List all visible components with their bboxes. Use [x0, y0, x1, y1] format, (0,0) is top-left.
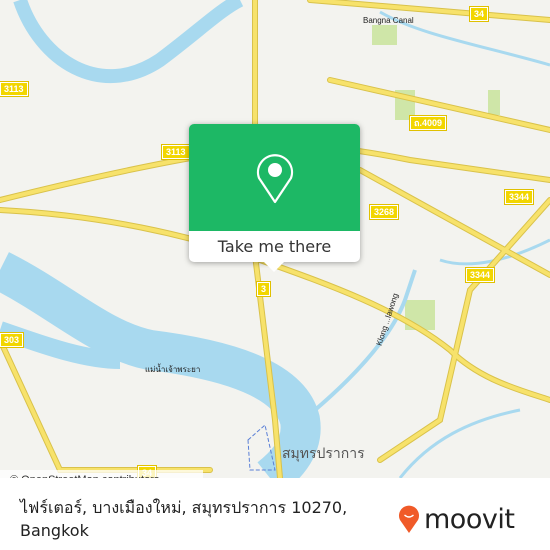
map-attribution[interactable]: © OpenStreetMap contributors: [0, 470, 203, 478]
destination-popup: Take me there: [189, 124, 360, 272]
popup-header: [189, 124, 360, 231]
road-shield: 303: [0, 332, 25, 348]
footer: ไฟร์เตอร์, บางเมืองใหม่, สมุทรปราการ 102…: [0, 490, 550, 550]
road-shield: 3268: [368, 204, 400, 220]
address-line-2: Bangkok: [20, 521, 89, 540]
map-label: Bangna Canal: [363, 16, 414, 25]
brand-name: moovit: [424, 503, 515, 535]
road-shield: 3344: [503, 189, 535, 205]
map-pin-icon: [256, 154, 294, 204]
map-label: แม่น้ำเจ้าพระยา: [145, 365, 201, 374]
road-shield: 34: [468, 6, 490, 22]
moovit-pin-icon: [399, 505, 419, 533]
take-me-there-button[interactable]: Take me there: [189, 231, 360, 262]
moovit-logo[interactable]: moovit: [398, 503, 515, 535]
road-shield: ถ.4009: [409, 115, 447, 131]
map[interactable]: 34 3113 3113 ถ.4009 3268 3344 3344 3 303…: [0, 0, 550, 478]
address-line-1: ไฟร์เตอร์, บางเมืองใหม่, สมุทรปราการ 102…: [20, 498, 348, 517]
road-shield: 3113: [0, 81, 29, 97]
road-shield: 3: [255, 281, 272, 297]
road-shield: 3113: [161, 144, 191, 160]
road-shield: 3344: [464, 267, 496, 283]
popup-tail: [264, 262, 284, 272]
map-label: สมุทรปราการ: [282, 445, 365, 461]
address: ไฟร์เตอร์, บางเมืองใหม่, สมุทรปราการ 102…: [20, 496, 380, 542]
